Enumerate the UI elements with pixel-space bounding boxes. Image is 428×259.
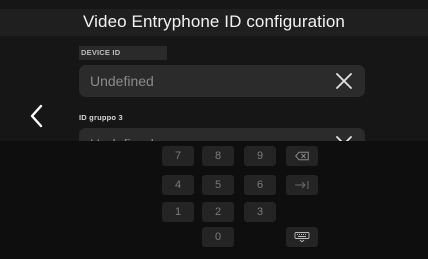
backspace-icon[interactable] <box>286 146 318 166</box>
group-id-label: ID gruppo 3 <box>79 113 123 122</box>
key-3[interactable]: 3 <box>244 202 276 222</box>
key-2[interactable]: 2 <box>202 202 234 222</box>
chevron-left-icon[interactable] <box>28 103 46 129</box>
config-screen: Video Entryphone ID configuration DEVICE… <box>0 0 428 259</box>
page-title: Video Entryphone ID configuration <box>83 12 345 31</box>
key-7[interactable]: 7 <box>162 146 194 166</box>
key-5[interactable]: 5 <box>202 175 234 195</box>
keyboard-hide-icon[interactable] <box>286 227 318 247</box>
numeric-keypad: 7 8 9 4 5 6 1 2 3 0 <box>0 141 428 259</box>
key-8[interactable]: 8 <box>202 146 234 166</box>
key-4[interactable]: 4 <box>162 175 194 195</box>
key-0[interactable]: 0 <box>202 227 234 247</box>
key-6[interactable]: 6 <box>244 175 276 195</box>
device-id-value: Undefined <box>90 73 154 89</box>
device-id-label: DEVICE ID <box>79 46 167 60</box>
tab-icon[interactable] <box>286 175 318 195</box>
key-9[interactable]: 9 <box>244 146 276 166</box>
key-1[interactable]: 1 <box>162 202 194 222</box>
close-icon[interactable] <box>335 72 353 90</box>
device-id-field[interactable]: Undefined <box>79 65 365 97</box>
